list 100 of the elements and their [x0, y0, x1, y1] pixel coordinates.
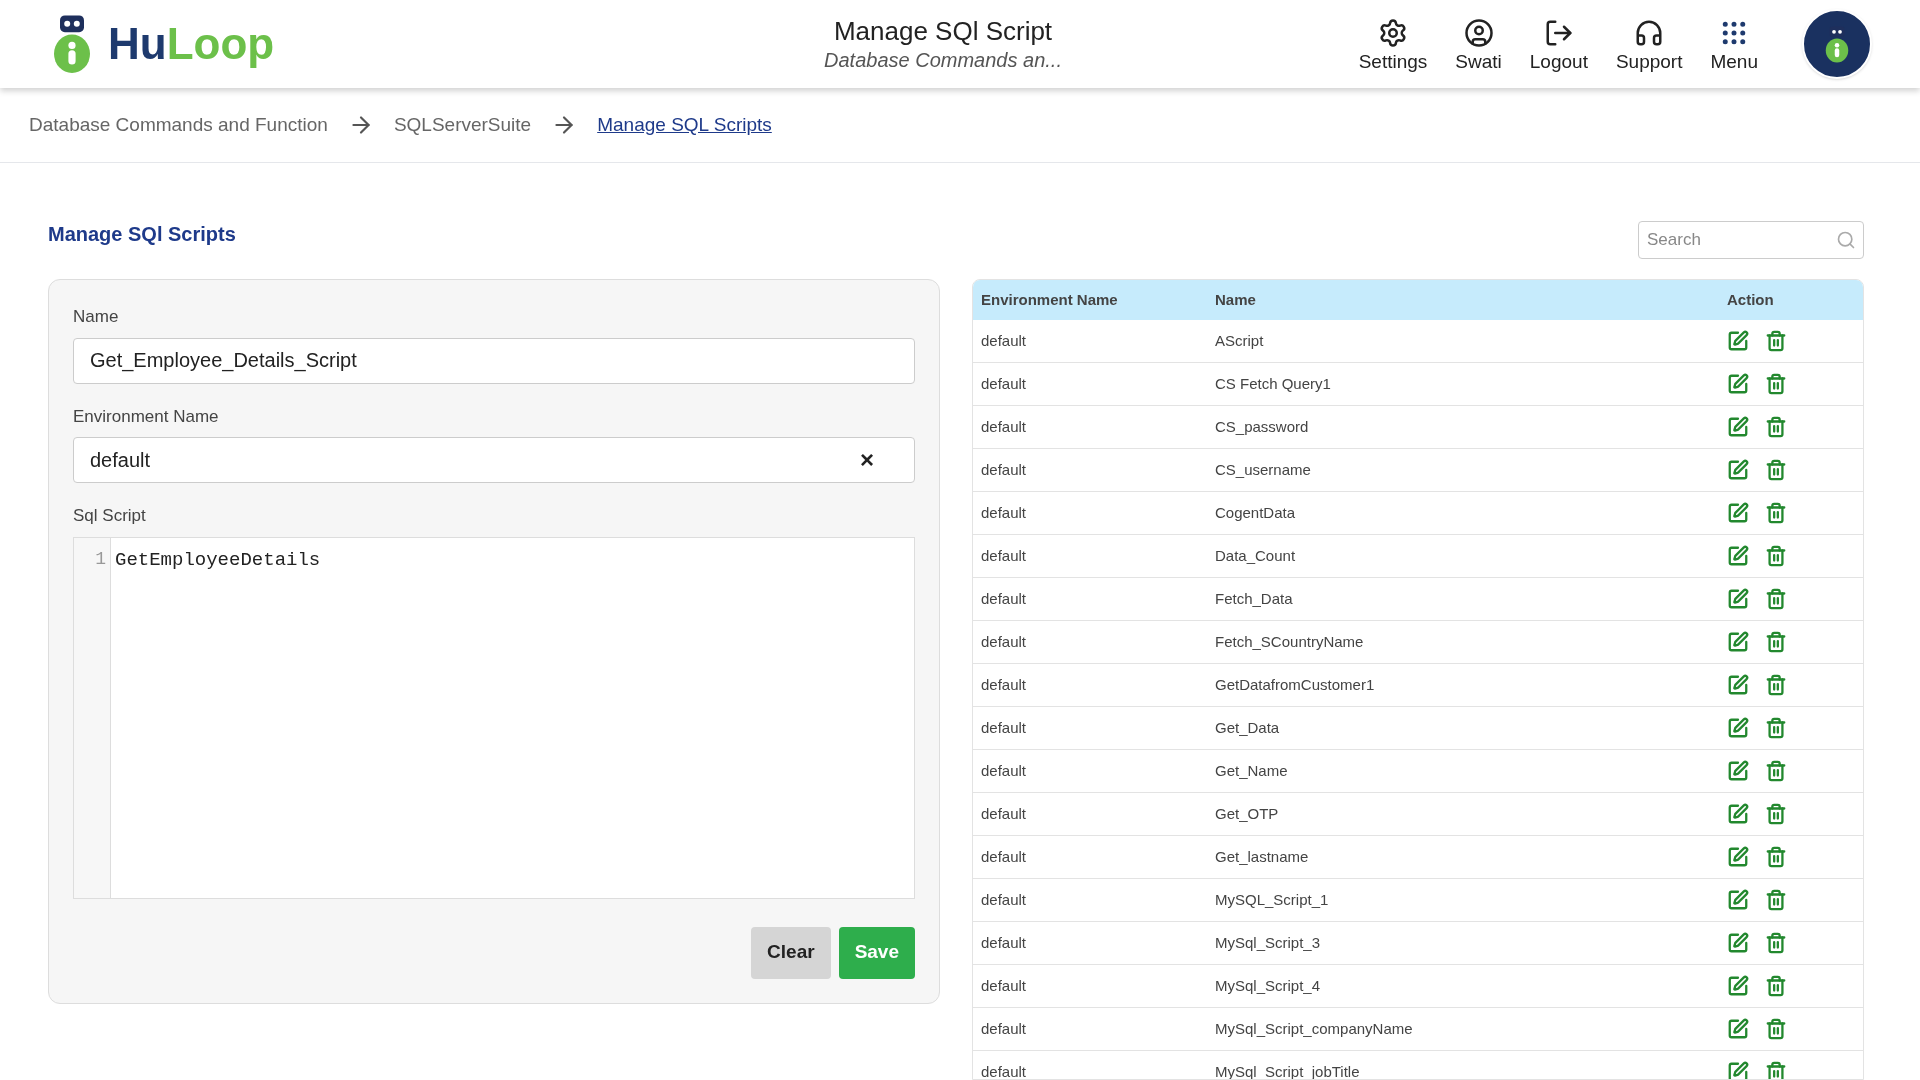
- table-cell-text: AScript: [1214, 330, 1265, 351]
- table-cell-text: Data_Count: [1214, 545, 1297, 566]
- table-cell-text: default: [980, 1061, 1028, 1079]
- delete-icon[interactable]: [1765, 932, 1787, 954]
- delete-icon[interactable]: [1765, 846, 1787, 868]
- delete-icon[interactable]: [1765, 330, 1787, 352]
- table-cell-text: Get_lastname: [1214, 846, 1310, 867]
- edit-icon[interactable]: [1727, 631, 1749, 653]
- table-cell-text: default: [980, 889, 1028, 910]
- edit-icon[interactable]: [1727, 1061, 1749, 1079]
- table-cell-text: Get_Name: [1214, 760, 1289, 781]
- table-cell-text: default: [980, 846, 1028, 867]
- table-cell-text: default: [980, 760, 1028, 781]
- table-cell-text: Get_Data: [1214, 717, 1281, 738]
- table-cell-text: default: [980, 545, 1028, 566]
- field-label: Sql Script: [73, 505, 147, 527]
- page-heading: Manage SQl Script: [833, 15, 1053, 48]
- edit-icon[interactable]: [1727, 502, 1749, 524]
- table-cell-text: default: [980, 330, 1028, 351]
- delete-icon[interactable]: [1765, 803, 1787, 825]
- delete-icon[interactable]: [1765, 459, 1787, 481]
- logo-text: HuLoop: [108, 22, 275, 66]
- search-icon: [1836, 230, 1856, 250]
- edit-icon[interactable]: [1727, 330, 1749, 352]
- table-cell-text: MySql_Script_3: [1214, 932, 1322, 953]
- table-cell-text: CS Fetch Query1: [1214, 373, 1332, 394]
- edit-icon[interactable]: [1727, 803, 1749, 825]
- nav-button[interactable]: Settings: [1358, 17, 1428, 71]
- delete-icon[interactable]: [1765, 674, 1787, 696]
- delete-icon[interactable]: [1765, 1018, 1787, 1040]
- column-header: Action: [1726, 289, 1774, 310]
- breadcrumb-link[interactable]: SQLServerSuite: [393, 110, 532, 140]
- edit-icon[interactable]: [1727, 760, 1749, 782]
- nav-button[interactable]: Support: [1615, 17, 1683, 71]
- table-cell-text: CogentData: [1214, 502, 1297, 523]
- edit-icon[interactable]: [1727, 545, 1749, 567]
- table-cell-text: CS_username: [1214, 459, 1312, 480]
- name-input[interactable]: Get_Employee_Details_Script: [73, 337, 915, 384]
- table-cell-text: default: [980, 373, 1028, 394]
- table-cell-text: default: [980, 717, 1028, 738]
- breadcrumb-link[interactable]: Manage SQL Scripts: [597, 110, 772, 140]
- table-cell-text: MySql_Script_4: [1214, 975, 1322, 996]
- edit-icon[interactable]: [1727, 975, 1749, 997]
- table-cell-text: MySQL_Script_1: [1214, 889, 1330, 910]
- section-title: Manage SQl Scripts: [48, 222, 237, 247]
- delete-icon[interactable]: [1765, 889, 1787, 911]
- table-cell-text: default: [980, 674, 1028, 695]
- clear-icon[interactable]: ×: [860, 448, 874, 472]
- table-cell-text: CS_password: [1214, 416, 1310, 437]
- user-icon: [1463, 17, 1494, 48]
- nav-button[interactable]: Logout: [1529, 17, 1588, 71]
- nav-button[interactable]: Menu: [1710, 17, 1758, 71]
- table-cell-text: Fetch_SCountryName: [1214, 631, 1365, 652]
- settings-icon: [1378, 17, 1408, 48]
- edit-icon[interactable]: [1727, 416, 1749, 438]
- search-field[interactable]: Search: [1638, 221, 1864, 259]
- table-cell-text: default: [980, 588, 1028, 609]
- table-cell-text: MySql_Script_companyName: [1214, 1018, 1414, 1039]
- edit-icon[interactable]: [1727, 717, 1749, 739]
- field-label: Environment Name: [73, 405, 220, 428]
- edit-icon[interactable]: [1727, 373, 1749, 395]
- line-number: 1: [94, 547, 107, 571]
- column-header: Environment Name: [980, 289, 1119, 310]
- edit-icon[interactable]: [1727, 674, 1749, 696]
- table-cell-text: default: [980, 803, 1028, 824]
- page-subheading: Database Commands an...: [824, 47, 1062, 73]
- code-line: GetEmployeeDetails: [115, 547, 321, 573]
- delete-icon[interactable]: [1765, 1061, 1787, 1079]
- table-cell-text: default: [980, 975, 1028, 996]
- table-cell-text: default: [980, 631, 1028, 652]
- table-cell-text: Get_OTP: [1214, 803, 1280, 824]
- avatar[interactable]: [1802, 9, 1872, 79]
- column-header: Name: [1214, 289, 1257, 310]
- delete-icon[interactable]: [1765, 373, 1787, 395]
- delete-icon[interactable]: [1765, 416, 1787, 438]
- code-editor[interactable]: 1 GetEmployeeDetails: [73, 536, 915, 899]
- delete-icon[interactable]: [1765, 760, 1787, 782]
- environment-select[interactable]: default ×: [73, 437, 915, 483]
- clear-button[interactable]: Clear: [751, 926, 831, 979]
- table-cell-text: Fetch_Data: [1214, 588, 1294, 609]
- edit-icon[interactable]: [1727, 889, 1749, 911]
- delete-icon[interactable]: [1765, 545, 1787, 567]
- delete-icon[interactable]: [1765, 502, 1787, 524]
- nav-button[interactable]: Swati: [1455, 17, 1502, 71]
- field-label: Name: [73, 306, 120, 328]
- delete-icon[interactable]: [1765, 975, 1787, 997]
- table-cell-text: default: [980, 459, 1028, 480]
- table-cell-text: GetDatafromCustomer1: [1214, 674, 1376, 695]
- table-cell-text: default: [980, 416, 1028, 437]
- breadcrumb-link[interactable]: Database Commands and Function: [29, 110, 328, 140]
- delete-icon[interactable]: [1765, 717, 1787, 739]
- delete-icon[interactable]: [1765, 631, 1787, 653]
- edit-icon[interactable]: [1727, 1018, 1749, 1040]
- edit-icon[interactable]: [1727, 459, 1749, 481]
- edit-icon[interactable]: [1727, 846, 1749, 868]
- edit-icon[interactable]: [1727, 932, 1749, 954]
- table-cell-text: default: [980, 502, 1028, 523]
- edit-icon[interactable]: [1727, 588, 1749, 610]
- table-cell-text: default: [980, 1018, 1028, 1039]
- delete-icon[interactable]: [1765, 588, 1787, 610]
